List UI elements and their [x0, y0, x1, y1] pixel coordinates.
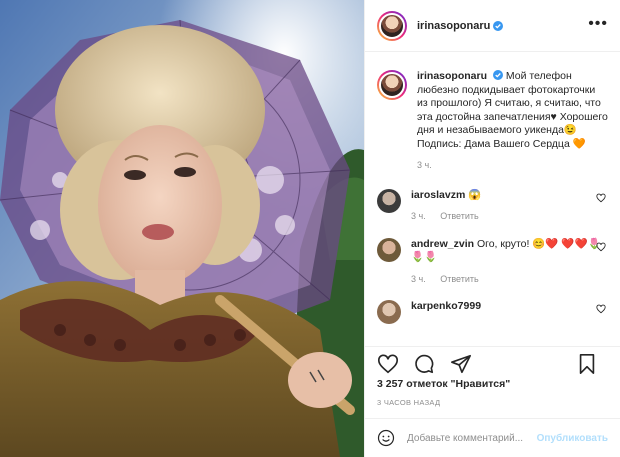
like-count[interactable]: 3 257 отметок "Нравится": [377, 378, 510, 390]
comment-username[interactable]: iaroslavzm: [411, 189, 465, 201]
comment-meta: 3 ч. Ответить: [411, 210, 608, 224]
more-options-icon[interactable]: •••: [588, 15, 608, 33]
comment-text: 😱: [468, 188, 482, 201]
comments-list: irinasoponaru Мой телефон любезно подкид…: [365, 56, 620, 326]
emoji-icon[interactable]: [377, 429, 395, 447]
caption-time[interactable]: 3 ч.: [417, 160, 432, 170]
verified-badge-icon: [492, 70, 503, 80]
post-actions: [365, 346, 620, 376]
like-comment-heart-icon[interactable]: [596, 304, 606, 314]
portrait-image: [0, 0, 364, 457]
post-photo[interactable]: [0, 0, 364, 457]
caption-body: irinasoponaru Мой телефон любезно подкид…: [417, 70, 608, 173]
comment-meta: 3 ч. Ответить: [411, 273, 608, 287]
post-date[interactable]: 3 ЧАСОВ НАЗАД: [377, 398, 440, 407]
author-username[interactable]: irinasoponaru: [417, 20, 490, 32]
comment-row: karpenko7999: [377, 300, 608, 324]
like-comment-heart-icon[interactable]: [596, 242, 606, 252]
comment-input[interactable]: [405, 431, 537, 445]
share-paper-plane-icon[interactable]: [450, 353, 472, 375]
author-avatar[interactable]: [377, 10, 407, 41]
caption-avatar[interactable]: [377, 70, 407, 100]
instagram-post: irinasoponaru ••• irinasoponaru Мой теле…: [0, 0, 620, 457]
comment-body: iaroslavzm 😱 3 ч. Ответить: [411, 189, 608, 224]
commenter-avatar[interactable]: [377, 188, 401, 213]
publish-button[interactable]: Опубликовать: [537, 433, 608, 444]
comment-body: karpenko7999: [411, 300, 608, 324]
save-bookmark-icon[interactable]: [576, 353, 598, 375]
caption-row: irinasoponaru Мой телефон любезно подкид…: [377, 70, 608, 173]
comment-time[interactable]: 3 ч.: [411, 211, 426, 221]
verified-badge-icon: [493, 20, 504, 31]
comment-row: iaroslavzm 😱 3 ч. Ответить: [377, 188, 608, 224]
commenter-avatar[interactable]: [377, 300, 401, 324]
like-heart-icon[interactable]: [377, 353, 399, 375]
comment-bubble-icon[interactable]: [413, 353, 435, 375]
post-panel: irinasoponaru ••• irinasoponaru Мой теле…: [364, 0, 620, 457]
comment-username[interactable]: andrew_zvin: [411, 238, 474, 250]
caption-username[interactable]: irinasoponaru: [417, 70, 487, 82]
comment-body: andrew_zvin Ого, круто! 😊❤️ ❤️❤️🌷🌷🌷 3 ч.…: [411, 238, 608, 287]
comment-username[interactable]: karpenko7999: [411, 300, 481, 312]
reply-button[interactable]: Ответить: [440, 274, 478, 284]
post-header: irinasoponaru •••: [365, 0, 620, 52]
comment-time[interactable]: 3 ч.: [411, 274, 426, 284]
avatar-image: [379, 12, 405, 39]
comment-row: andrew_zvin Ого, круто! 😊❤️ ❤️❤️🌷🌷🌷 3 ч.…: [377, 237, 608, 287]
reply-button[interactable]: Ответить: [440, 211, 478, 221]
caption-meta: 3 ч.: [417, 159, 608, 173]
like-comment-heart-icon[interactable]: [596, 193, 606, 203]
avatar-image: [379, 72, 405, 98]
commenter-avatar[interactable]: [377, 237, 401, 262]
comment-composer: Опубликовать: [365, 418, 620, 457]
